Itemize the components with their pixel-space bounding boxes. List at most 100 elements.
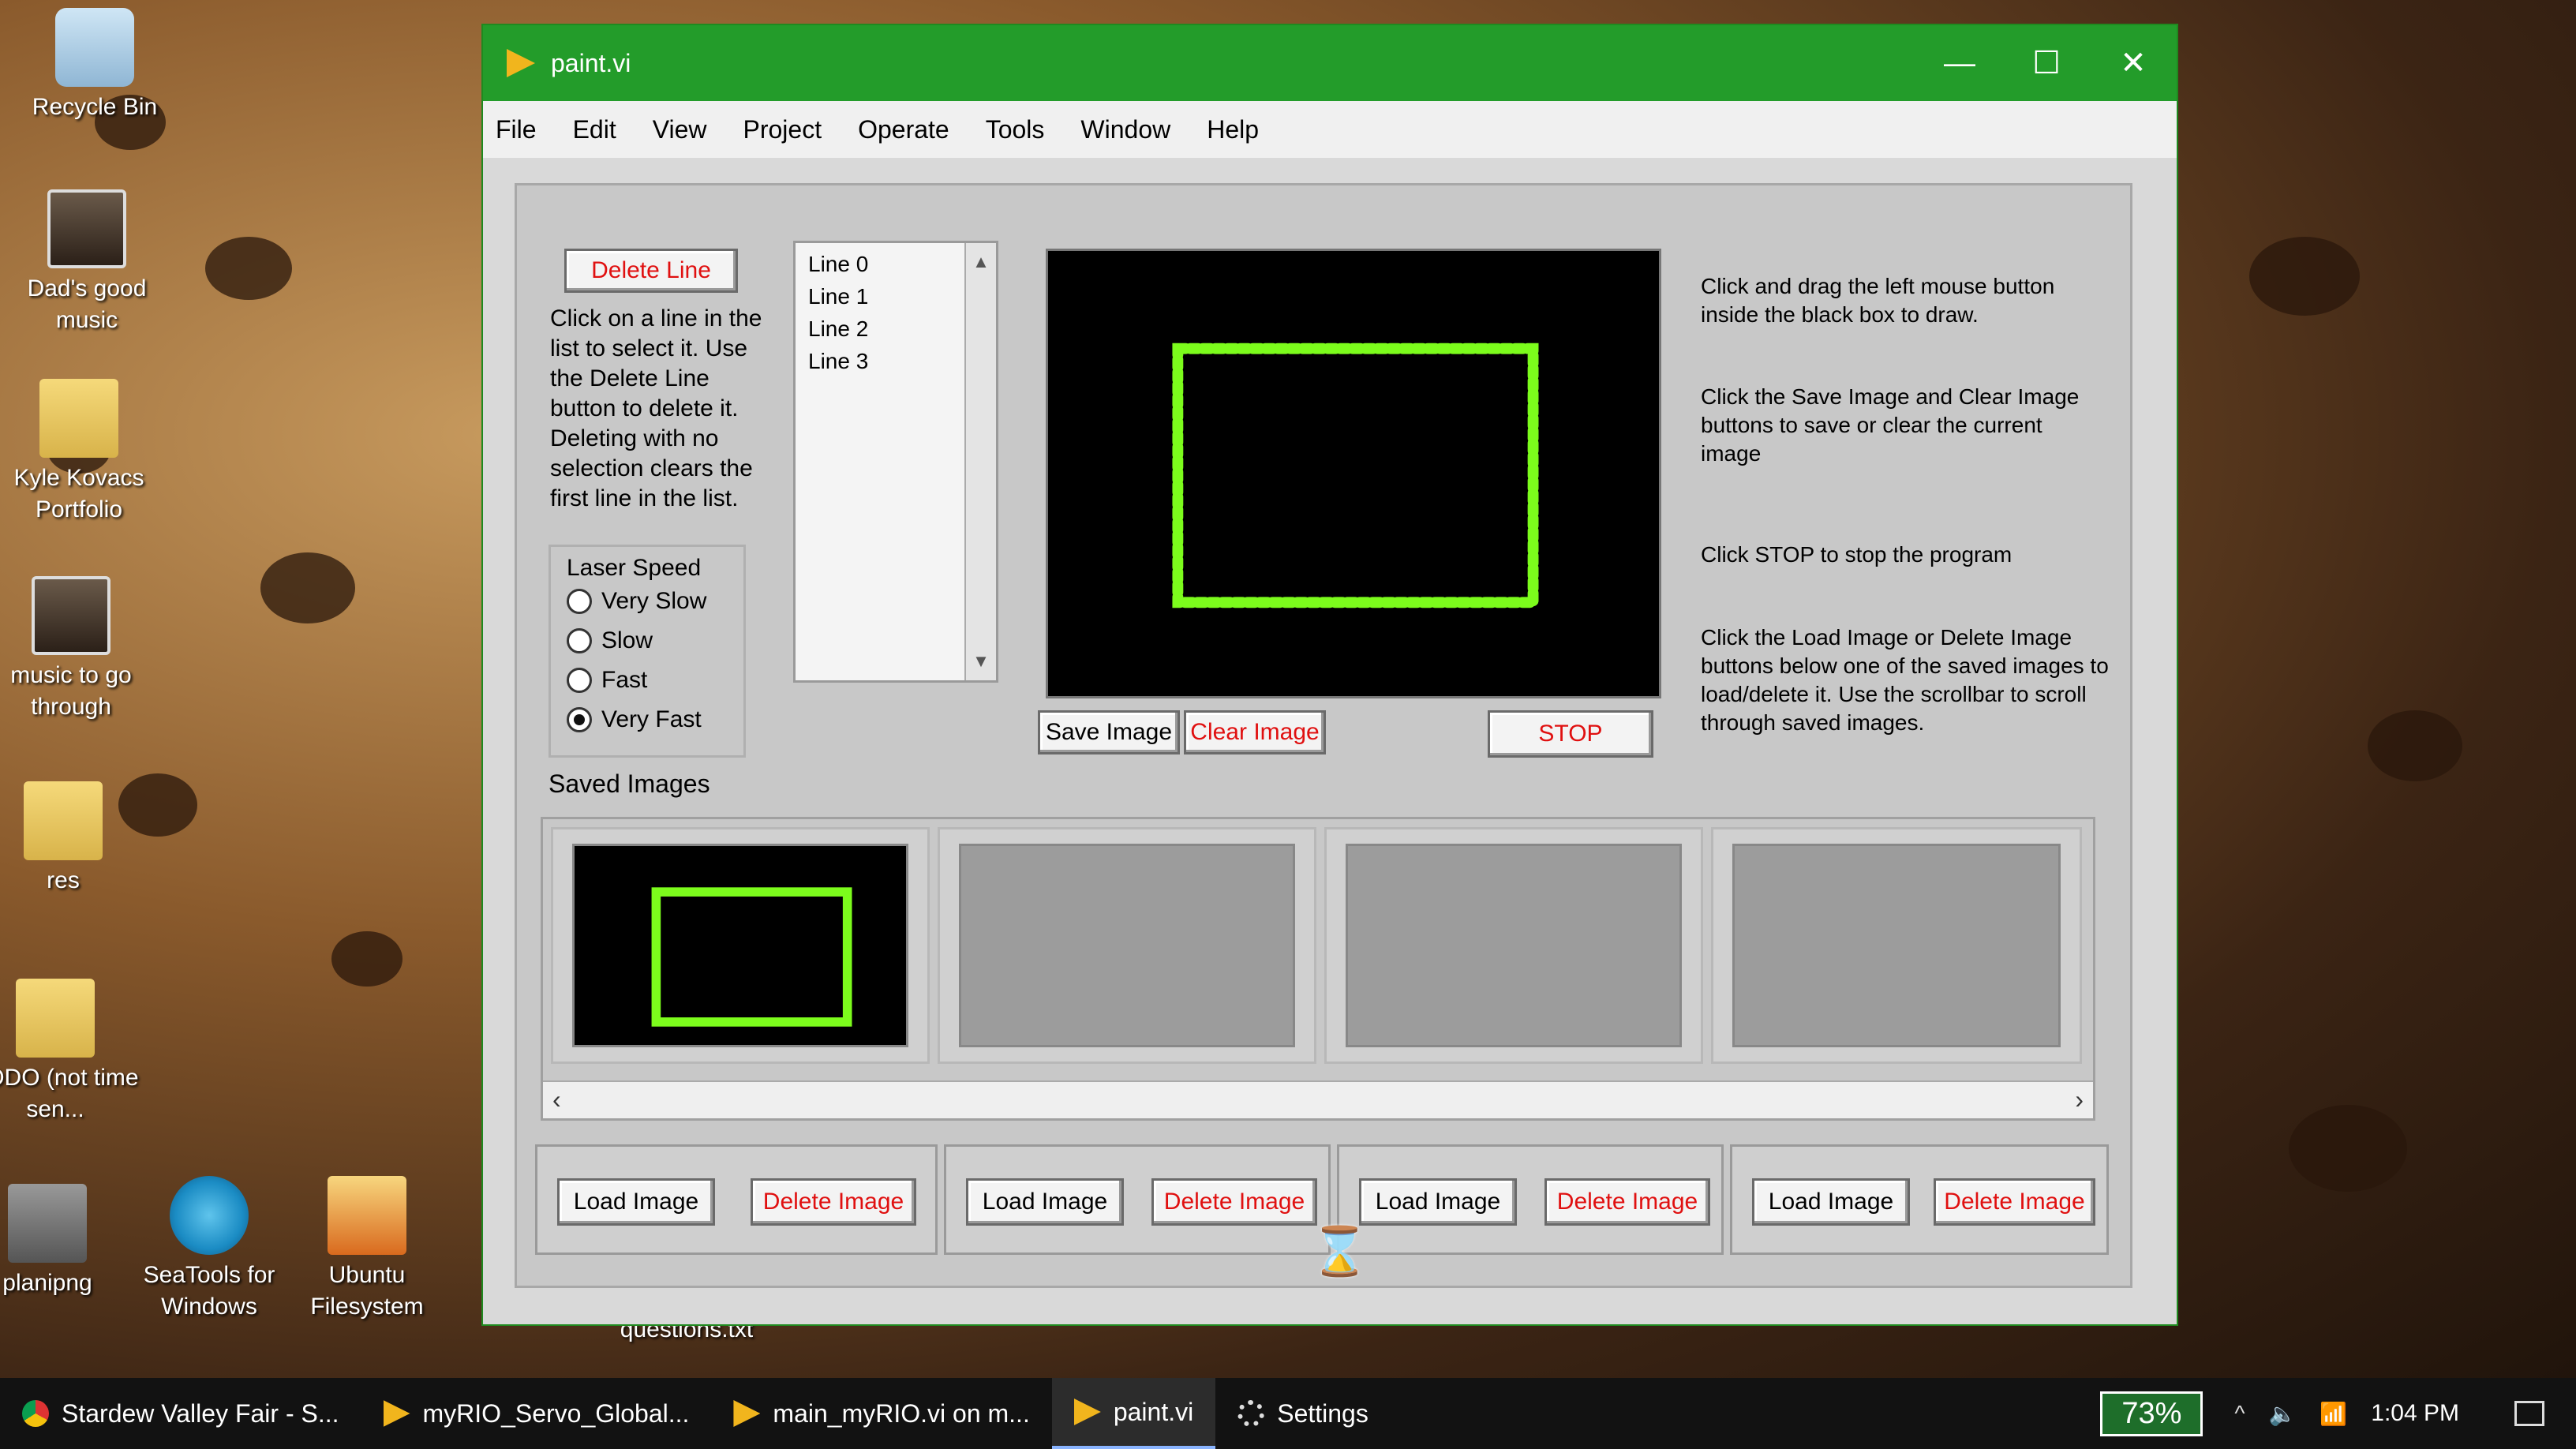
desktop-icon-ubuntu[interactable]: Ubuntu Filesystem: [280, 1176, 454, 1323]
load-image-button-3[interactable]: Load Image: [1359, 1178, 1517, 1226]
saved-image-empty: [1732, 844, 2061, 1047]
instruction-save-clear: Click the Save Image and Clear Image but…: [1701, 384, 2080, 466]
title-bar[interactable]: paint.vi — ☐ ✕: [483, 25, 2177, 101]
volume-icon[interactable]: 🔈: [2269, 1401, 2297, 1427]
seatools-icon: [170, 1176, 249, 1255]
labview-icon: [733, 1400, 761, 1427]
gear-icon: [1237, 1400, 1265, 1427]
task-settings[interactable]: Settings: [1215, 1378, 1391, 1449]
saved-image-thumbnail: [572, 844, 908, 1047]
delete-line-button[interactable]: Delete Line: [564, 249, 738, 293]
gallery-scrollbar[interactable]: ‹ ›: [543, 1080, 2093, 1118]
desktop-icon-dads-good-music[interactable]: Dad's good music: [0, 189, 174, 336]
radio-selected-icon[interactable]: [567, 707, 592, 732]
task-main-myrio[interactable]: main_myRIO.vi on m...: [711, 1378, 1051, 1449]
menu-edit[interactable]: Edit: [573, 115, 616, 144]
laser-speed-title: Laser Speed: [567, 555, 702, 581]
radio-very-fast[interactable]: Very Fast: [551, 700, 743, 739]
recycle-bin-icon: [55, 8, 134, 87]
radio-very-slow[interactable]: Very Slow: [551, 582, 743, 621]
taskbar: Stardew Valley Fair - S... myRIO_Servo_G…: [0, 1378, 2576, 1449]
desktop-icon-recycle-bin[interactable]: Recycle Bin: [8, 8, 182, 123]
battery-indicator[interactable]: 73%: [2100, 1391, 2203, 1436]
menu-help[interactable]: Help: [1207, 115, 1259, 144]
menu-bar: File Edit View Project Operate Tools Win…: [483, 101, 2177, 158]
saved-image-slot-2: [938, 827, 1316, 1064]
clock[interactable]: 1:04 PM: [2371, 1400, 2459, 1427]
task-chrome[interactable]: Stardew Valley Fair - S...: [0, 1378, 361, 1449]
desktop-icon-todo[interactable]: TODO (not time sen...: [0, 979, 142, 1125]
list-scrollbar[interactable]: ▲ ▼: [964, 243, 996, 680]
close-button[interactable]: ✕: [2090, 25, 2177, 101]
wifi-icon[interactable]: 📶: [2320, 1401, 2347, 1427]
scroll-right-icon[interactable]: ›: [2075, 1085, 2084, 1114]
lines-listbox[interactable]: Line 0 Line 1 Line 2 Line 3 ▲ ▼: [793, 241, 998, 683]
slot-4-controls: Load Image Delete Image: [1730, 1144, 2109, 1255]
busy-cursor-icon: ⌛: [1310, 1225, 1369, 1278]
menu-window[interactable]: Window: [1080, 115, 1170, 144]
delete-image-button-3[interactable]: Delete Image: [1544, 1178, 1710, 1226]
delete-image-button-2[interactable]: Delete Image: [1151, 1178, 1317, 1226]
slot-3-controls: Load Image Delete Image: [1337, 1144, 1724, 1255]
radio-circle-icon[interactable]: [567, 668, 592, 693]
folder-icon: [39, 379, 118, 458]
paint-vi-window: paint.vi — ☐ ✕ File Edit View Project Op…: [481, 24, 2178, 1326]
load-image-button-1[interactable]: Load Image: [557, 1178, 715, 1226]
maximize-button[interactable]: ☐: [2003, 25, 2090, 101]
folder-icon: [24, 781, 103, 860]
notification-icon[interactable]: [2514, 1401, 2544, 1426]
labview-icon: [507, 49, 535, 77]
slot-1-controls: Load Image Delete Image: [535, 1144, 938, 1255]
clear-image-button[interactable]: Clear Image: [1184, 710, 1326, 754]
radio-slow[interactable]: Slow: [551, 621, 743, 661]
labview-icon: [383, 1400, 410, 1427]
desktop-icon-res[interactable]: res: [0, 781, 150, 897]
tray-chevron-icon[interactable]: ^: [2234, 1401, 2245, 1426]
menu-file[interactable]: File: [496, 115, 537, 144]
desktop-icon-planipng[interactable]: planipng: [0, 1184, 134, 1299]
saved-image-slot-3: [1324, 827, 1703, 1064]
load-image-button-2[interactable]: Load Image: [966, 1178, 1124, 1226]
drawing-canvas[interactable]: [1046, 249, 1661, 698]
delete-image-button-1[interactable]: Delete Image: [751, 1178, 916, 1226]
delete-line-help: Click on a line in the list to select it…: [550, 305, 762, 511]
instruction-draw: Click and drag the left mouse button ins…: [1701, 274, 2055, 327]
menu-tools[interactable]: Tools: [986, 115, 1045, 144]
menu-view[interactable]: View: [653, 115, 707, 144]
desktop-icon-music-to-go-through[interactable]: music to go through: [0, 576, 158, 723]
scroll-left-icon[interactable]: ‹: [552, 1085, 561, 1114]
saved-image-empty: [959, 844, 1295, 1047]
minimize-button[interactable]: —: [1916, 25, 2003, 101]
desktop-icon-portfolio[interactable]: Kyle Kovacs Portfolio: [0, 379, 166, 526]
drawn-rectangle: [1172, 343, 1539, 608]
image-file-icon: [8, 1184, 87, 1263]
delete-image-button-4[interactable]: Delete Image: [1934, 1178, 2095, 1226]
saved-image-empty: [1346, 844, 1682, 1047]
saved-image-slot-4: [1711, 827, 2082, 1064]
thumbnail-rectangle: [651, 887, 852, 1027]
load-image-button-4[interactable]: Load Image: [1752, 1178, 1910, 1226]
task-paint-vi[interactable]: paint.vi: [1051, 1378, 1216, 1449]
folder-icon: [16, 979, 95, 1058]
saved-images-label: Saved Images: [549, 769, 710, 798]
radio-circle-icon[interactable]: [567, 589, 592, 614]
menu-operate[interactable]: Operate: [858, 115, 949, 144]
saved-image-slot-1: [551, 827, 930, 1064]
desktop-icon-seatools[interactable]: SeaTools for Windows: [122, 1176, 296, 1323]
stop-button[interactable]: STOP: [1488, 710, 1653, 758]
slot-2-controls: Load Image Delete Image: [944, 1144, 1331, 1255]
saved-images-gallery: ‹ ›: [541, 817, 2095, 1121]
radio-fast[interactable]: Fast: [551, 661, 743, 700]
scroll-down-icon[interactable]: ▼: [966, 646, 996, 677]
chrome-icon: [22, 1400, 49, 1427]
menu-project[interactable]: Project: [743, 115, 822, 144]
folder-shortcut-icon: [328, 1176, 406, 1255]
window-title: paint.vi: [551, 48, 631, 77]
scroll-up-icon[interactable]: ▲: [966, 246, 996, 278]
music-folder-icon: [32, 576, 110, 655]
labview-icon: [1073, 1398, 1101, 1425]
task-myrio-servo[interactable]: myRIO_Servo_Global...: [361, 1378, 712, 1449]
radio-circle-icon[interactable]: [567, 628, 592, 653]
front-panel: Delete Line Click on a line in the list …: [515, 183, 2132, 1288]
save-image-button[interactable]: Save Image: [1038, 710, 1180, 754]
